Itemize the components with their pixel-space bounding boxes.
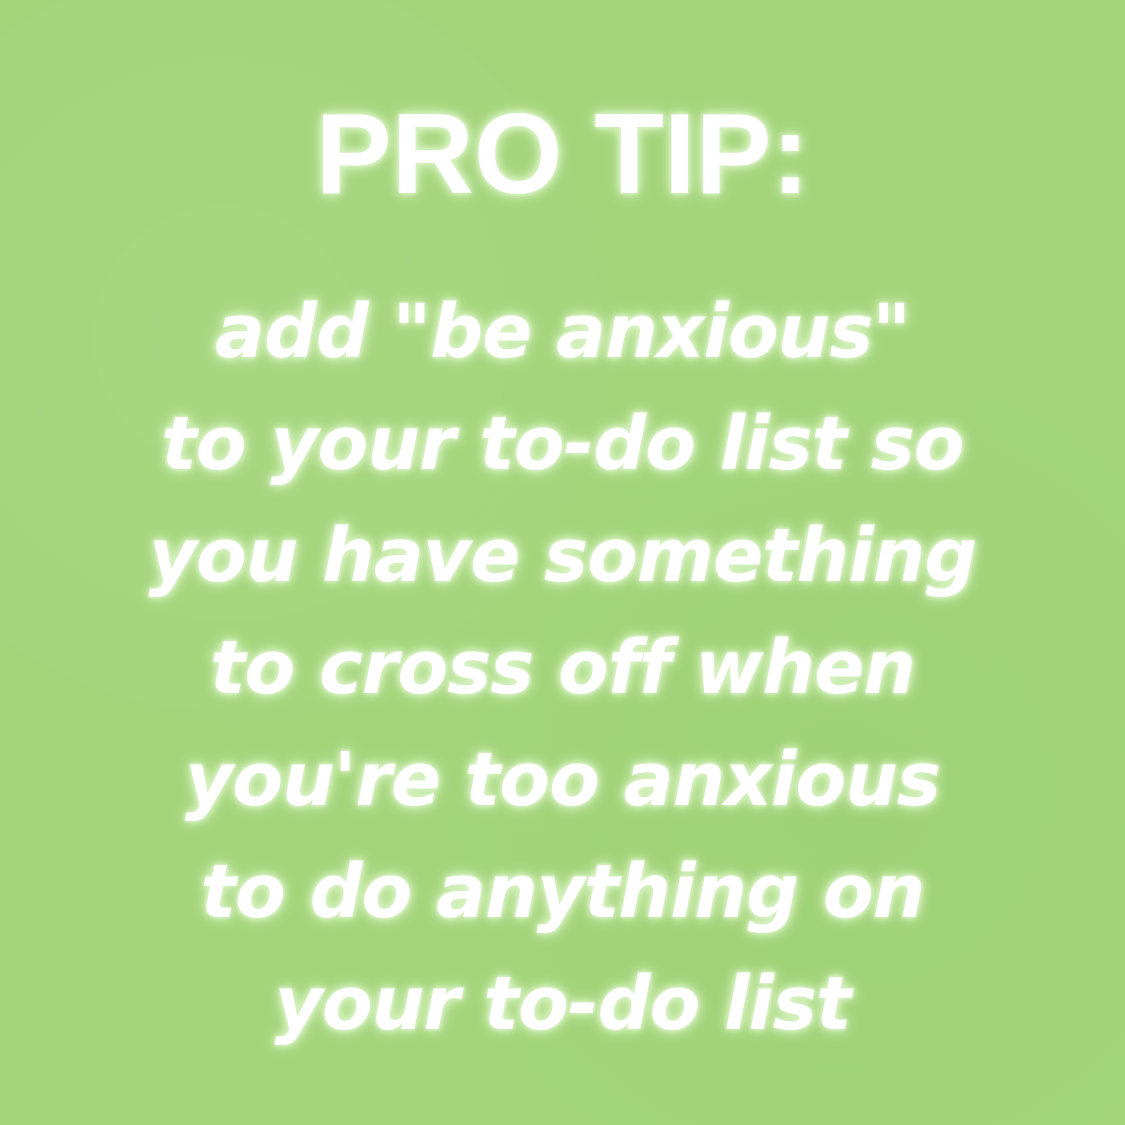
tip-line-7: your to-do list — [274, 961, 852, 1047]
pro-tip-title: PRO TIP: — [315, 91, 810, 218]
tip-line-4: to cross off when — [210, 625, 916, 711]
tip-body: add "be anxious" to your to-do list so y… — [0, 276, 1125, 1060]
tip-card: PRO TIP: add "be anxious" to your to-do … — [0, 0, 1125, 1125]
tip-line-2: to your to-do list so — [161, 401, 964, 487]
tip-line-5: you're too anxious — [185, 737, 941, 823]
tip-line-1: add "be anxious" — [215, 289, 911, 375]
tip-line-3: you have something — [148, 513, 978, 599]
tip-line-6: to do anything on — [200, 849, 926, 935]
